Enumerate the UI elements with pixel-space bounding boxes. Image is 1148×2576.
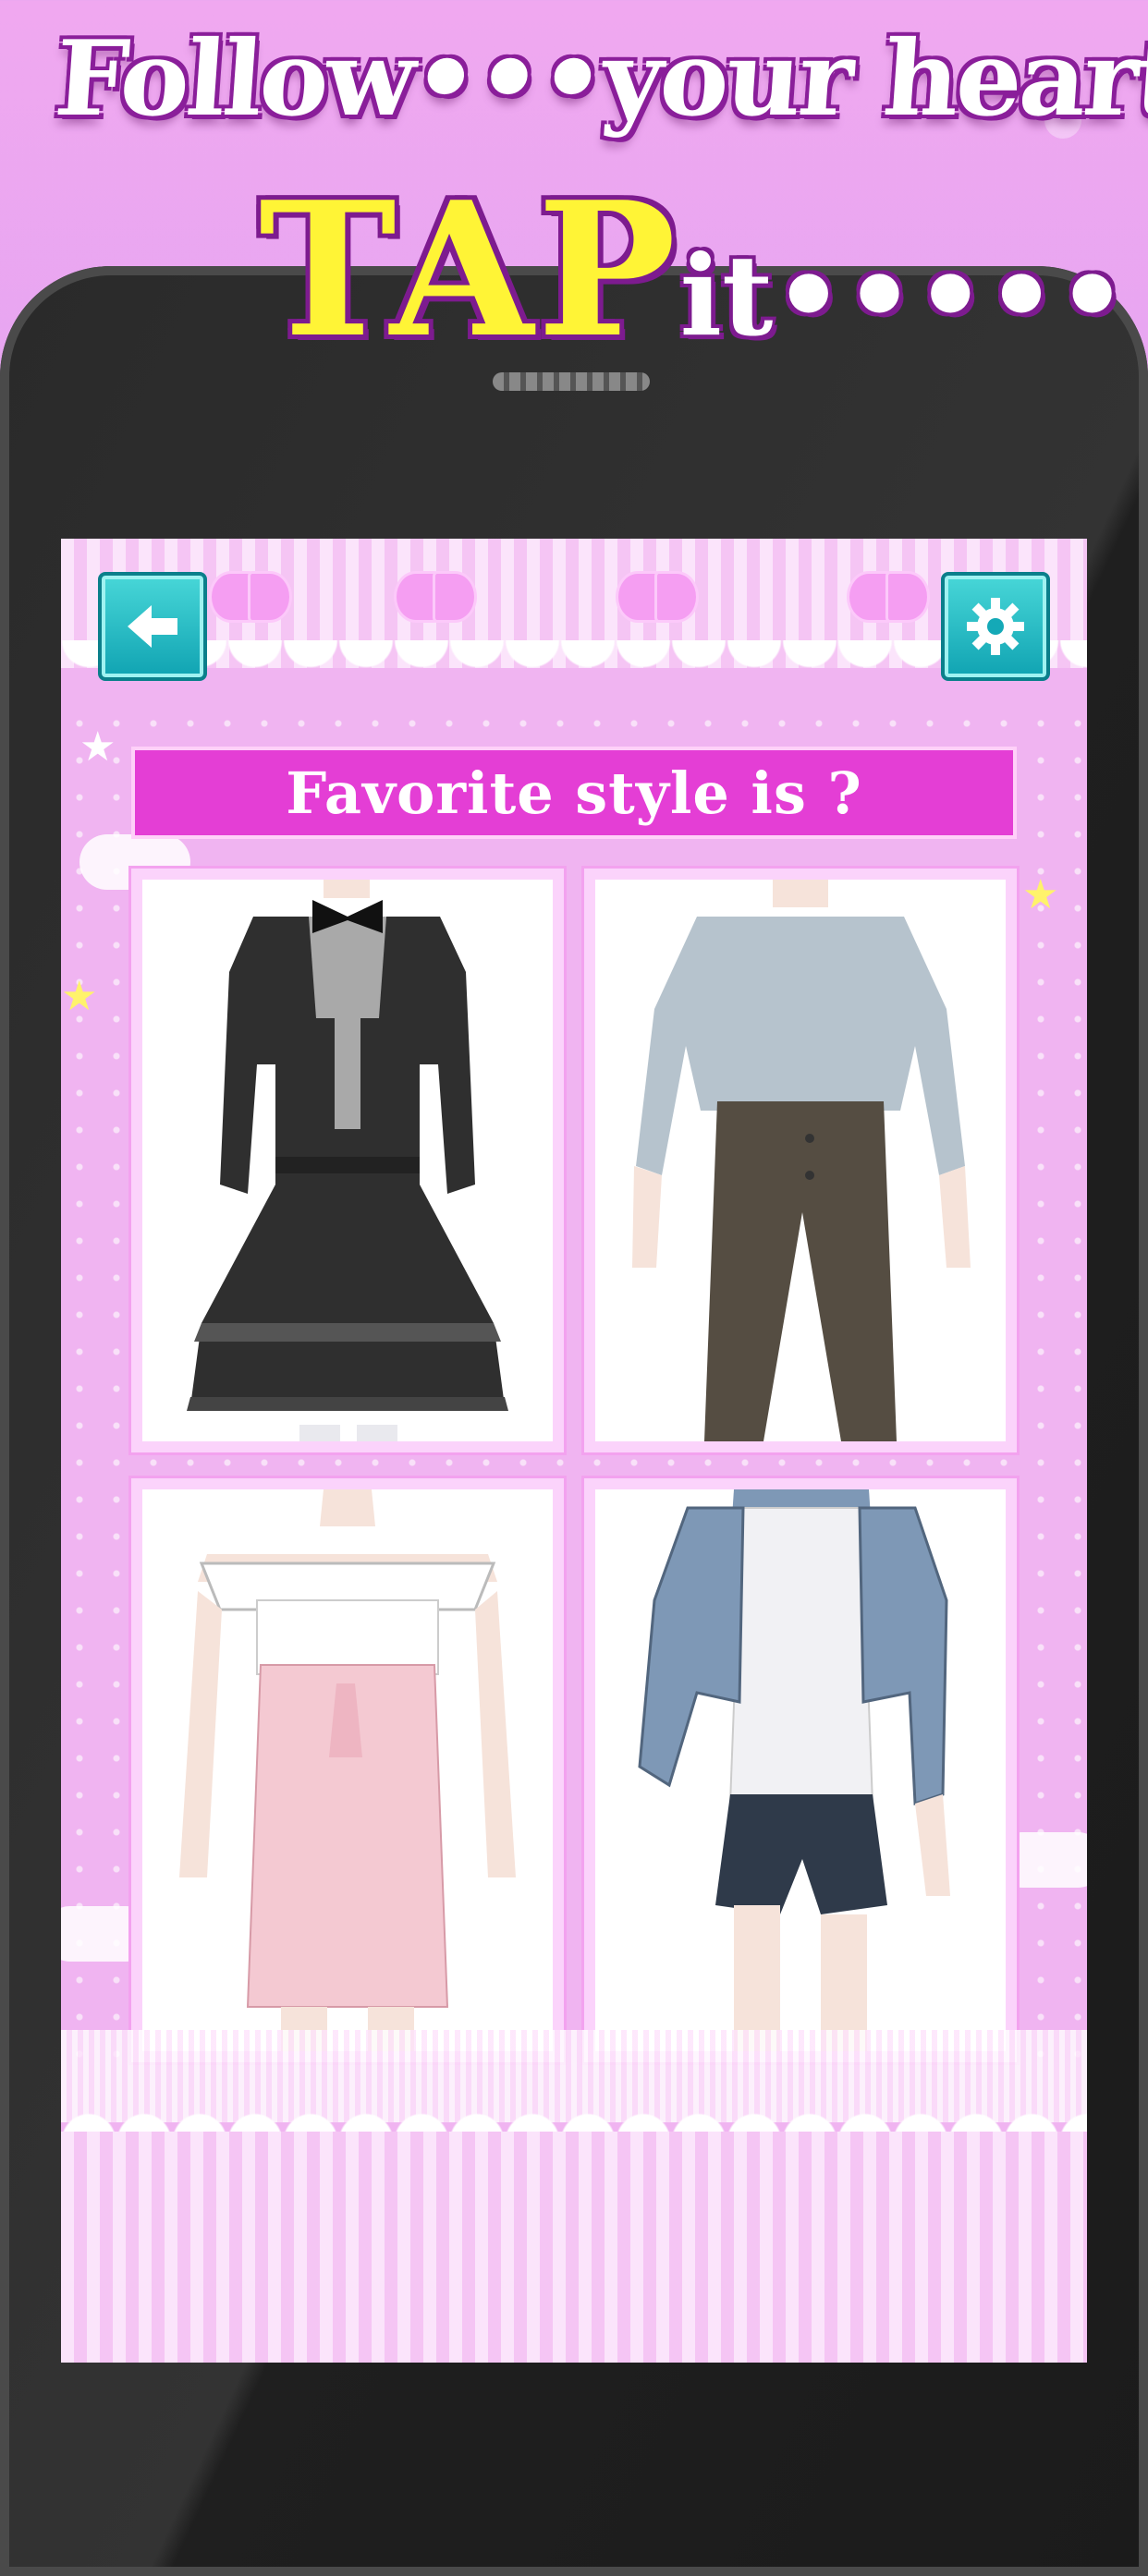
bow-decoration [847,566,930,623]
gothic-dress-illustration [187,880,508,1441]
question-text: Favorite style is ? [286,759,862,827]
style-option-blouse-trousers[interactable] [581,866,1020,1455]
pink-skirt-illustration [179,1489,516,2051]
headline-tap: TAP [259,162,680,379]
bow-decoration [394,566,477,623]
back-arrow-icon [128,605,177,648]
denim-jacket-illustration [638,1489,950,2051]
gear-icon [967,598,1024,655]
headline-follow: Follow•••your heart [51,18,1148,140]
question-banner: Favorite style is ? [131,747,1017,839]
star-decoration: ★ [1022,871,1059,918]
bottom-stripes [61,2132,1087,2363]
back-button[interactable] [98,572,207,681]
style-option-gothic-dress[interactable] [128,866,567,1455]
headline-it: it••••• [679,231,1128,361]
star-decoration: ★ [79,723,116,771]
bow-decoration [209,566,292,623]
style-option-denim-jacket[interactable] [581,1476,1020,2065]
bow-decoration [616,566,699,623]
blouse-trousers-illustration [632,880,971,1441]
promo-banner: Follow•••your heart TAPit••••• [0,0,1148,379]
star-decoration: ★ [61,973,98,1020]
style-option-pink-skirt[interactable] [128,1476,567,2065]
settings-button[interactable] [941,572,1050,681]
top-lace [61,640,1087,714]
headline-tap-it: TAPit••••• [259,162,1128,379]
game-screen: ★ ★ ★ Favorite style is ? [61,539,1087,2363]
